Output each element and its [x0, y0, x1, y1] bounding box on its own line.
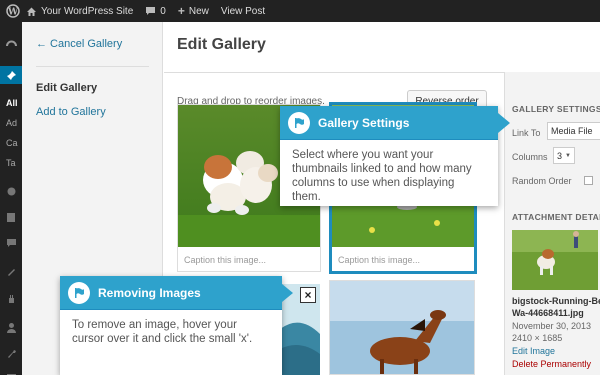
pointer-body: Select where you want your thumbnails li… [292, 149, 472, 203]
site-name-link[interactable]: Your WordPress Site [26, 6, 133, 17]
pointer-arrow [498, 113, 510, 133]
frame-title: Edit Gallery [177, 36, 266, 53]
cancel-gallery-link[interactable]: ← Cancel Gallery [36, 38, 122, 50]
view-post-link[interactable]: View Post [221, 6, 265, 17]
settings-icon[interactable] [0, 368, 22, 375]
caption-field[interactable]: Caption this image... [338, 255, 468, 265]
random-order-checkbox[interactable] [584, 176, 593, 185]
chevron-down-icon: ▼ [565, 152, 571, 159]
attachment-thumbnail [512, 230, 598, 290]
columns-select[interactable]: 3 ▼ [553, 147, 575, 164]
plus-icon: + [177, 4, 185, 18]
random-order-label: Random Order [512, 176, 572, 186]
comments-menu-icon[interactable] [0, 234, 22, 252]
view-post-label: View Post [220, 5, 266, 17]
svg-text:W: W [7, 8, 19, 18]
flag-icon [68, 281, 90, 304]
removing-images-pointer: Removing Images To remove an image, hove… [60, 276, 282, 375]
tools-icon[interactable] [0, 344, 22, 362]
columns-value: 3 [557, 150, 563, 161]
attachment-date: November 30, 2013 [512, 321, 592, 331]
submenu-item-all[interactable]: All [6, 98, 18, 108]
gallery-settings-pointer: Gallery Settings Select where you want y… [280, 106, 498, 206]
link-to-select[interactable]: Media File [547, 122, 600, 140]
pointer-body: To remove an image, hover your cursor ov… [72, 319, 253, 345]
pages-icon[interactable] [0, 208, 22, 226]
settings-sidebar: GALLERY SETTINGS Link To Media File Colu… [504, 72, 600, 375]
pointer-title: Gallery Settings [318, 115, 410, 130]
new-label: New [188, 5, 209, 17]
media-icon[interactable] [0, 182, 22, 200]
pointer-title: Removing Images [98, 285, 201, 300]
comments-count: 0 [160, 5, 166, 17]
horse-image [330, 281, 474, 374]
caption-field[interactable]: Caption this image... [184, 255, 314, 265]
edit-image-link[interactable]: Edit Image [512, 346, 555, 356]
comment-icon [146, 7, 156, 15]
comments-link[interactable]: 0 [145, 6, 166, 17]
columns-label: Columns [512, 152, 548, 162]
dashboard-icon[interactable] [0, 34, 22, 52]
submenu-item-tags[interactable]: Ta [6, 158, 16, 168]
wordpress-logo-icon[interactable]: W [0, 0, 26, 22]
pointer-arrow [282, 284, 293, 302]
pin-icon[interactable] [0, 66, 22, 84]
menu-item-edit-gallery[interactable]: Edit Gallery [36, 82, 97, 94]
site-name: Your WordPress Site [41, 5, 134, 17]
appearance-icon[interactable] [0, 262, 22, 280]
home-icon [27, 7, 36, 16]
title-divider [164, 72, 504, 73]
gallery-item-horse[interactable] [329, 280, 475, 375]
submenu-item-add[interactable]: Ad [6, 118, 17, 128]
attachment-dimensions: 2410 × 1685 [512, 333, 563, 343]
submenu-item-categories[interactable]: Ca [6, 138, 18, 148]
attachment-details-heading: ATTACHMENT DETAILS [512, 212, 600, 222]
menu-item-add-to-gallery[interactable]: Add to Gallery [36, 106, 106, 118]
flag-icon [288, 111, 310, 134]
menu-separator [36, 66, 149, 67]
attachment-filename-line1: bigstock-Running-Bea [512, 296, 600, 306]
link-to-label: Link To [512, 128, 541, 138]
pointer-header: Gallery Settings [280, 106, 498, 140]
gallery-settings-heading: GALLERY SETTINGS [512, 104, 600, 114]
delete-permanently-link[interactable]: Delete Permanently [512, 359, 591, 369]
pointer-header: Removing Images [60, 276, 282, 310]
users-icon[interactable] [0, 318, 22, 336]
admin-menu: All Ad Ca Ta [0, 22, 22, 375]
attachment-filename-line2: Wa-44668411.jpg [512, 308, 584, 318]
plugins-icon[interactable] [0, 290, 22, 308]
new-content-link[interactable]: + New [178, 4, 209, 18]
admin-bar: W Your WordPress Site 0 + New View Post [0, 0, 600, 22]
remove-image-close-icon[interactable]: × [300, 287, 316, 303]
